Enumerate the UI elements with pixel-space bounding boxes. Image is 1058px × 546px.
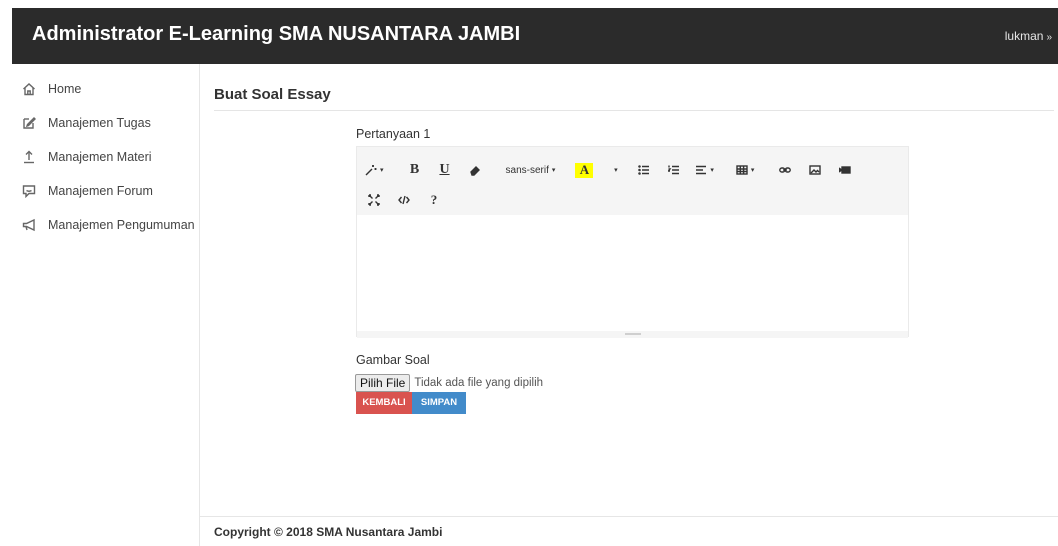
underline-button[interactable]: U [436, 160, 454, 180]
edit-icon [22, 116, 36, 130]
app-title: Administrator E-Learning SMA NUSANTARA J… [32, 23, 521, 45]
eraser-icon [469, 166, 480, 176]
code-view-button[interactable] [395, 190, 413, 210]
link-icon [779, 167, 792, 173]
font-family-value: sans-serif [505, 164, 549, 176]
highlight-color-button[interactable]: A [575, 162, 594, 178]
sidebar-item-label: Manajemen Materi [48, 150, 152, 164]
user-menu[interactable]: lukman» [1005, 29, 1052, 43]
question-label: Pertanyaan 1 [356, 127, 431, 141]
video-icon [839, 166, 852, 174]
fullscreen-button[interactable] [365, 190, 383, 210]
back-button[interactable]: KEMBALI [356, 392, 412, 414]
style-wand-button[interactable]: ▾ [365, 160, 384, 180]
sidebar-item-label: Manajemen Pengumuman [48, 218, 195, 232]
rich-text-editor: ▾ B U sans-serif ▾ A ▾ ▾ ▾ ? [356, 146, 909, 338]
chat-icon [22, 184, 36, 199]
unordered-list-button[interactable] [635, 160, 653, 180]
link-button[interactable] [776, 160, 794, 180]
sidebar-item-manajemen-materi[interactable]: Manajemen Materi [12, 140, 199, 174]
chevron-down-icon: » [1046, 32, 1052, 43]
title-divider [214, 110, 1054, 111]
file-status-text: Tidak ada file yang dipilih [414, 377, 544, 389]
sidebar-item-manajemen-forum[interactable]: Manajemen Forum [12, 174, 199, 208]
editor-toolbar: ▾ B U sans-serif ▾ A ▾ ▾ ▾ ? [357, 147, 908, 215]
ordered-list-icon [668, 165, 680, 175]
magic-wand-icon [365, 165, 377, 176]
sidebar-item-home[interactable]: Home [12, 72, 199, 106]
fullscreen-icon [368, 194, 380, 206]
bold-button[interactable]: B [406, 160, 424, 180]
picture-icon [809, 165, 822, 175]
color-dropdown[interactable]: ▾ [605, 160, 623, 180]
footer-divider [200, 516, 1058, 517]
editor-content-area[interactable] [357, 215, 908, 331]
sidebar-item-manajemen-tugas[interactable]: Manajemen Tugas [12, 106, 199, 140]
ordered-list-button[interactable] [665, 160, 683, 180]
home-icon [22, 82, 36, 96]
save-button[interactable]: SIMPAN [412, 392, 466, 414]
table-dropdown[interactable]: ▾ [736, 160, 754, 180]
top-navbar: Administrator E-Learning SMA NUSANTARA J… [12, 8, 1058, 64]
user-name: lukman [1004, 29, 1044, 43]
code-icon [398, 195, 410, 205]
picture-button[interactable] [806, 160, 824, 180]
paragraph-align-dropdown[interactable]: ▾ [695, 160, 714, 180]
sidebar: Home Manajemen Tugas Manajemen Materi Ma… [12, 64, 200, 546]
table-icon [736, 165, 748, 175]
font-family-dropdown[interactable]: sans-serif ▾ [506, 160, 556, 180]
sidebar-item-label: Manajemen Tugas [48, 116, 151, 130]
help-button[interactable]: ? [425, 190, 443, 210]
file-input: Pilih File Tidak ada file yang dipilih [355, 374, 543, 392]
sidebar-item-manajemen-pengumuman[interactable]: Manajemen Pengumuman [12, 208, 199, 242]
page-title: Buat Soal Essay [214, 86, 331, 103]
upload-icon [22, 150, 36, 164]
sidebar-item-label: Manajemen Forum [48, 184, 153, 198]
footer-copyright: Copyright © 2018 SMA Nusantara Jambi [214, 525, 443, 539]
image-label: Gambar Soal [356, 353, 430, 367]
form-actions: KEMBALI SIMPAN [356, 392, 466, 414]
align-left-icon [696, 165, 707, 175]
megaphone-icon [22, 218, 36, 232]
unordered-list-icon [638, 165, 650, 175]
video-button[interactable] [836, 160, 854, 180]
choose-file-button[interactable]: Pilih File [355, 374, 411, 392]
eraser-button[interactable] [466, 160, 484, 180]
editor-resize-handle[interactable] [357, 331, 908, 338]
sidebar-item-label: Home [48, 82, 82, 96]
